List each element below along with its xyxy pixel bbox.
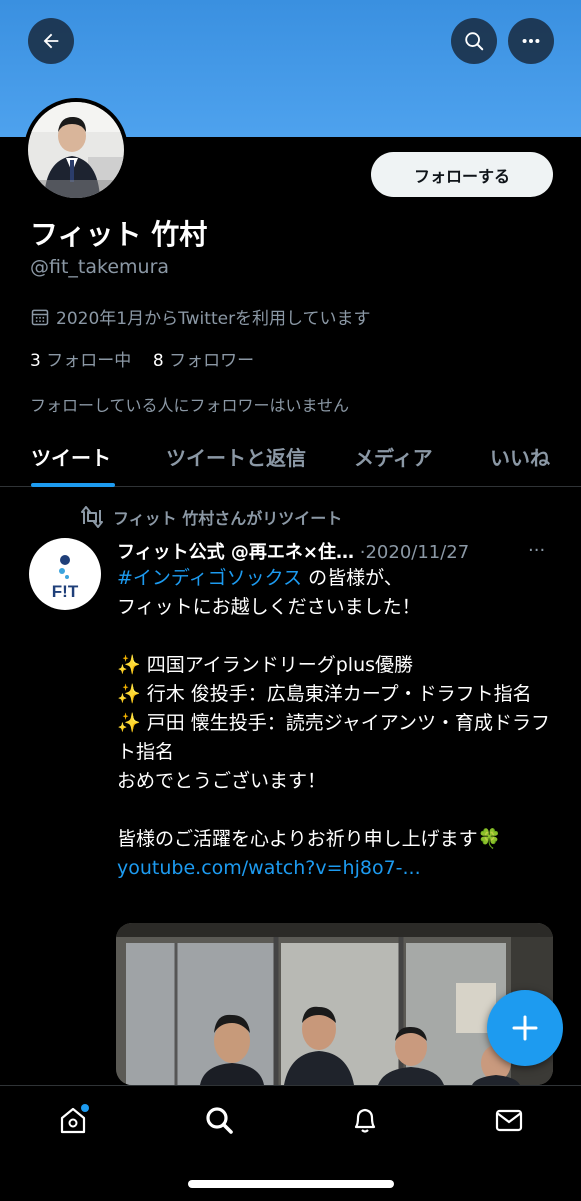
tweet-line-4: ✨ 行木 俊投手：広島東洋カープ・ドラフト指名 (117, 683, 532, 705)
compose-tweet-button[interactable] (487, 990, 563, 1066)
search-icon (206, 1107, 233, 1134)
tweet-author-avatar[interactable]: F!T (29, 538, 101, 610)
profile-handle: @fit_takemura (30, 256, 170, 278)
search-icon (465, 32, 484, 51)
tab-tweets[interactable]: ツイート (31, 442, 111, 471)
bell-icon (354, 1108, 376, 1133)
back-arrow-icon (43, 33, 59, 49)
followers-count: 8 (152, 351, 164, 371)
back-button[interactable] (28, 18, 74, 64)
tweet-link[interactable]: youtube.com/watch?v=hj8o7-... (117, 854, 557, 883)
nav-home[interactable] (55, 1102, 91, 1138)
calendar-icon (31, 309, 49, 325)
retweet-context: フィット 竹村さんがリツイート (79, 505, 342, 529)
joined-date: 2020年1月からTwitterを利用しています (30, 304, 371, 329)
active-tab-indicator (31, 483, 115, 487)
search-button[interactable] (451, 18, 497, 64)
following-link[interactable]: 3 フォロー中 (30, 351, 131, 371)
retweet-context-text: フィット 竹村さんがリツイート (113, 509, 343, 528)
fit-logo-text: F!T (52, 582, 79, 601)
profile-tabs: ツイート ツイートと返信 メディア いいね (0, 432, 581, 487)
tab-likes[interactable]: いいね (490, 442, 550, 471)
tweet-line-5: ✨ 戸田 懐生投手：読売ジャイアンツ・育成ドラフト指名 (117, 712, 551, 763)
profile-avatar[interactable] (24, 98, 128, 202)
following-count: 3 (30, 351, 41, 371)
tweet-line-2: フィットにお越しくださいました！ (117, 596, 421, 618)
tweet-line-3: ✨ 四国アイランドリーグplus優勝 (117, 654, 414, 676)
avatar-photo (28, 102, 124, 198)
fit-logo: F!T (52, 555, 79, 601)
home-icon (60, 1104, 89, 1134)
followers-you-know-note: フォローしている人にフォロワーはいません (30, 396, 350, 415)
follow-stats: 3 フォロー中 8 フォロワー (30, 346, 254, 371)
more-button[interactable] (508, 18, 554, 64)
profile-name: フィット 竹村 (30, 218, 208, 251)
tweet-line-7: 皆様のご活躍を心よりお祈り申し上げます🍀 (117, 828, 502, 850)
retweet-icon (81, 506, 103, 528)
nav-messages[interactable] (491, 1102, 527, 1138)
tab-media[interactable]: メディア (354, 442, 433, 471)
joined-text: 2020年1月からTwitterを利用しています (56, 309, 371, 329)
hashtag-link[interactable]: #インディゴソックス (117, 567, 302, 589)
follow-button[interactable]: フォローする (371, 152, 553, 197)
plus-icon (512, 1015, 538, 1041)
followers-label: フォロワー (169, 351, 255, 371)
followers-link[interactable]: 8 フォロワー (153, 351, 254, 371)
following-label: フォロー中 (46, 351, 132, 371)
tweet-line-1: の皆様が、 (302, 567, 403, 589)
mail-icon (495, 1109, 523, 1132)
more-icon (522, 38, 540, 44)
tweet-media-photo[interactable] (116, 923, 553, 1085)
home-indicator (188, 1180, 394, 1188)
tweet-text: #インディゴソックス の皆様が、 フィットにお越しくださいました！ ✨ 四国アイ… (117, 564, 557, 883)
tab-tweets-and-replies[interactable]: ツイートと返信 (166, 442, 306, 471)
nav-notifications[interactable] (347, 1102, 383, 1138)
tweet-date[interactable]: 2020/11/27 (365, 542, 469, 563)
tweet-line-6: おめでとうございます！ (117, 770, 327, 792)
tweet-header: フィット公式 @再エネ×住… ·2020/11/27 (117, 538, 557, 564)
tweet-more-button[interactable]: ··· (528, 540, 545, 561)
tweet-author[interactable]: フィット公式 @再エネ×住… (117, 542, 354, 563)
nav-explore[interactable] (201, 1102, 237, 1138)
